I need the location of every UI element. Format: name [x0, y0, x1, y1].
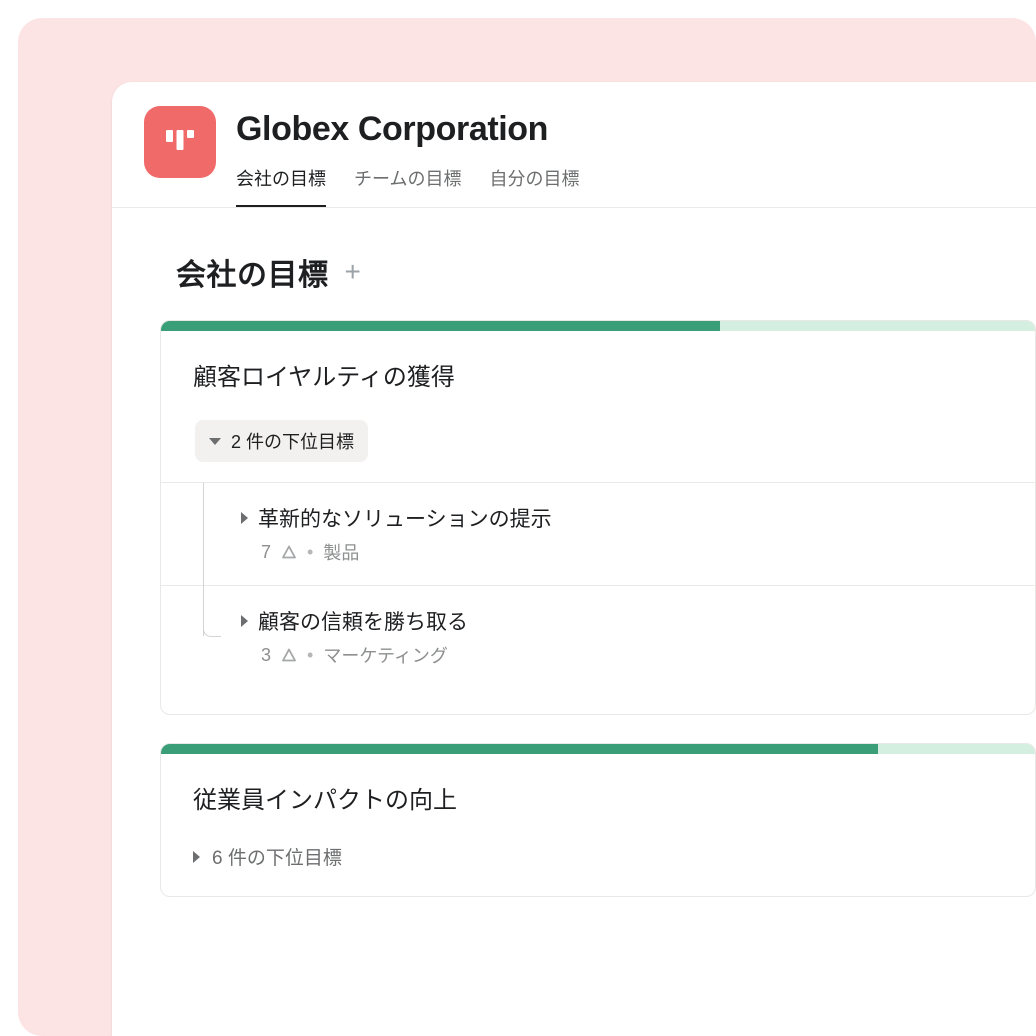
subgoal-team: 製品: [323, 539, 359, 565]
header-top: Globex Corporation 会社の目標 チームの目標 自分の目標: [144, 106, 1004, 207]
subgoal-row[interactable]: 顧客の信頼を勝ち取る 3 • マーケティング: [161, 585, 1035, 688]
header: Globex Corporation 会社の目標 チームの目標 自分の目標: [112, 82, 1036, 208]
app-window: Globex Corporation 会社の目標 チームの目標 自分の目標 会社…: [112, 82, 1036, 1036]
app-logo: [144, 106, 216, 178]
progress-fill: [161, 321, 720, 331]
subgoal-title: 革新的なソリューションの提示: [258, 503, 552, 533]
subgoal-header: 顧客の信頼を勝ち取る: [241, 606, 1003, 636]
subgoal-toggle-label: 2 件の下位目標: [231, 428, 354, 454]
section-title: 会社の目標: [176, 250, 329, 294]
subgoal-row[interactable]: 革新的なソリューションの提示 7 • 製品: [161, 482, 1035, 585]
subgoal-team: マーケティング: [323, 642, 448, 668]
page-title: Globex Corporation: [236, 110, 1004, 149]
goal-title: 顧客ロイヤルティの獲得: [193, 357, 1003, 392]
subgoal-meta: 3 • マーケティング: [261, 642, 1003, 668]
goal-title: 従業員インパクトの向上: [193, 780, 1003, 815]
tree-connector-vertical: [203, 548, 221, 618]
chevron-right-icon[interactable]: [241, 615, 248, 627]
subgoal-title: 顧客の信頼を勝ち取る: [258, 606, 468, 636]
tabs: 会社の目標 チームの目標 自分の目標: [236, 165, 1004, 207]
add-goal-button[interactable]: +: [345, 256, 361, 288]
goal-card[interactable]: 顧客ロイヤルティの獲得 2 件の下位目標 革新的なソリューションの提示: [160, 320, 1036, 715]
section-header: 会社の目標 +: [160, 250, 1036, 294]
goal-body: 従業員インパクトの向上 6 件の下位目標: [161, 754, 1035, 896]
progress-bar: [161, 744, 1035, 754]
subgoals-list: 革新的なソリューションの提示 7 • 製品: [193, 482, 1003, 688]
subgoal-count: 7: [261, 542, 271, 563]
chevron-right-icon: [193, 851, 200, 863]
subgoal-toggle-label: 6 件の下位目標: [212, 843, 342, 870]
shape-icon: [281, 545, 297, 560]
goal-card[interactable]: 従業員インパクトの向上 6 件の下位目標: [160, 743, 1036, 897]
content: 会社の目標 + 顧客ロイヤルティの獲得 2 件の下位目標: [112, 208, 1036, 897]
progress-fill: [161, 744, 878, 754]
chevron-right-icon[interactable]: [241, 512, 248, 524]
chevron-down-icon: [209, 438, 221, 445]
outer-frame: Globex Corporation 会社の目標 チームの目標 自分の目標 会社…: [18, 18, 1036, 1036]
tab-company-goals[interactable]: 会社の目標: [236, 165, 326, 207]
separator-dot: •: [307, 645, 313, 666]
subgoal-header: 革新的なソリューションの提示: [241, 503, 1003, 533]
header-text: Globex Corporation 会社の目標 チームの目標 自分の目標: [236, 106, 1004, 207]
separator-dot: •: [307, 542, 313, 563]
tab-team-goals[interactable]: チームの目標: [354, 165, 461, 207]
kanban-icon: [162, 124, 198, 160]
subgoal-toggle-collapsed[interactable]: 6 件の下位目標: [193, 843, 1003, 870]
subgoal-count: 3: [261, 645, 271, 666]
progress-bar: [161, 321, 1035, 331]
goal-body: 顧客ロイヤルティの獲得 2 件の下位目標 革新的なソリューションの提示: [161, 331, 1035, 714]
tab-my-goals[interactable]: 自分の目標: [489, 165, 579, 207]
shape-icon: [281, 648, 297, 663]
subgoal-meta: 7 • 製品: [261, 539, 1003, 565]
subgoal-toggle-expanded[interactable]: 2 件の下位目標: [195, 420, 368, 462]
